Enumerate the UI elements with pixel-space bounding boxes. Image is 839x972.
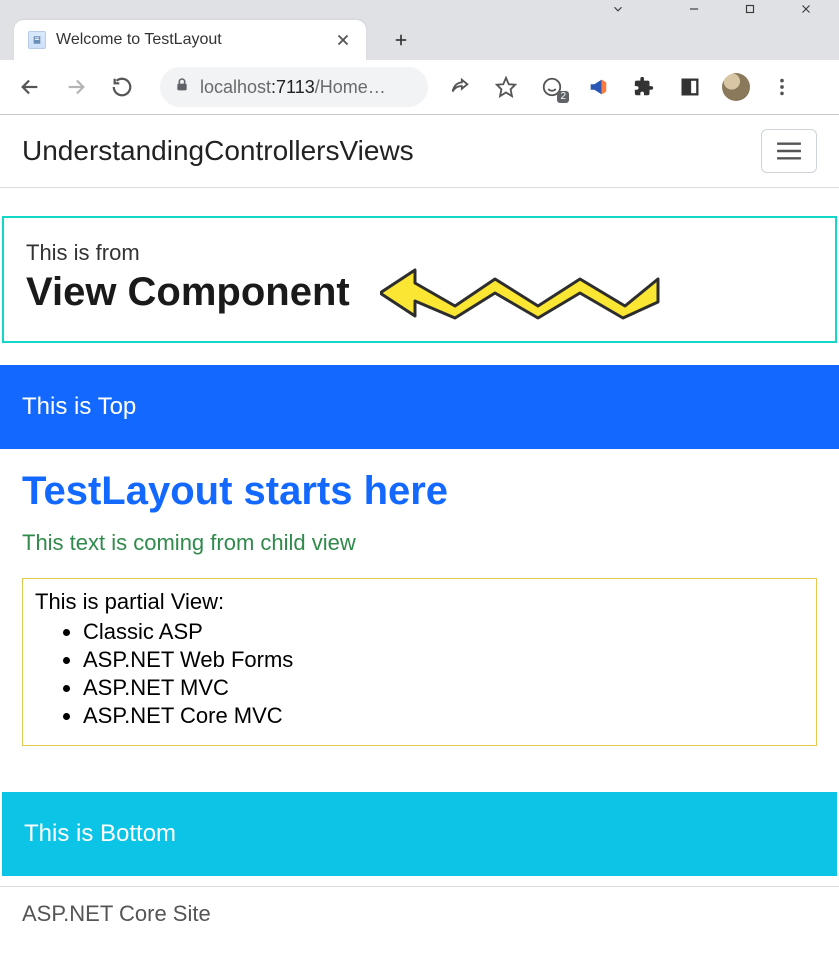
list-item: ASP.NET Web Forms — [83, 647, 804, 673]
kebab-menu-icon[interactable] — [768, 73, 796, 101]
url-input[interactable]: localhost:7113/Home… — [160, 67, 428, 107]
chevron-down-icon[interactable] — [611, 2, 625, 16]
close-window-button[interactable] — [799, 2, 813, 16]
browser-tab[interactable]: Welcome to TestLayout — [14, 20, 366, 60]
panel-icon[interactable] — [676, 73, 704, 101]
bottom-section: This is Bottom — [2, 792, 837, 876]
minimize-button[interactable] — [687, 2, 701, 16]
lock-icon — [174, 77, 190, 98]
share-icon[interactable] — [446, 73, 474, 101]
partial-view-list: Classic ASP ASP.NET Web Forms ASP.NET MV… — [83, 619, 804, 729]
view-component-subtitle: This is from — [26, 240, 813, 266]
footer: ASP.NET Core Site — [0, 886, 839, 927]
view-component-card: This is from View Component — [2, 216, 837, 343]
reload-button[interactable] — [102, 67, 142, 107]
partial-view-label: This is partial View: — [35, 589, 804, 615]
page-content: UnderstandingControllersViews This is fr… — [0, 115, 839, 927]
bookmark-star-icon[interactable] — [492, 73, 520, 101]
navbar-brand[interactable]: UnderstandingControllersViews — [22, 135, 414, 167]
url-text: localhost:7113/Home… — [200, 77, 386, 98]
favicon-icon — [28, 31, 46, 49]
address-bar: localhost:7113/Home… 2 — [0, 60, 839, 114]
maximize-button[interactable] — [743, 2, 757, 16]
megaphone-icon[interactable] — [584, 73, 612, 101]
profile-avatar[interactable] — [722, 73, 750, 101]
list-item: Classic ASP — [83, 619, 804, 645]
tab-strip: Welcome to TestLayout — [0, 18, 839, 60]
forward-button[interactable] — [56, 67, 96, 107]
footer-text: ASP.NET Core Site — [22, 901, 211, 926]
site-navbar: UnderstandingControllersViews — [0, 115, 839, 188]
bottom-section-text: This is Bottom — [24, 820, 176, 847]
back-button[interactable] — [10, 67, 50, 107]
main-content: TestLayout starts here This text is comi… — [0, 449, 839, 758]
extension-badge: 2 — [557, 91, 569, 103]
tab-title: Welcome to TestLayout — [56, 31, 334, 49]
zigzag-arrow-icon — [380, 264, 660, 322]
extension-icon-1[interactable]: 2 — [538, 73, 566, 101]
close-tab-icon[interactable] — [334, 31, 352, 49]
navbar-toggle-button[interactable] — [761, 129, 817, 173]
top-section: This is Top — [0, 365, 839, 449]
page-heading: TestLayout starts here — [22, 469, 817, 514]
extensions-puzzle-icon[interactable] — [630, 73, 658, 101]
list-item: ASP.NET Core MVC — [83, 703, 804, 729]
partial-view-box: This is partial View: Classic ASP ASP.NE… — [22, 578, 817, 746]
browser-chrome: Welcome to TestLayout localhost:7113/Hom… — [0, 0, 839, 115]
new-tab-button[interactable] — [384, 23, 418, 57]
child-view-text: This text is coming from child view — [22, 530, 817, 556]
titlebar — [0, 0, 839, 18]
list-item: ASP.NET MVC — [83, 675, 804, 701]
top-section-text: This is Top — [22, 393, 136, 420]
